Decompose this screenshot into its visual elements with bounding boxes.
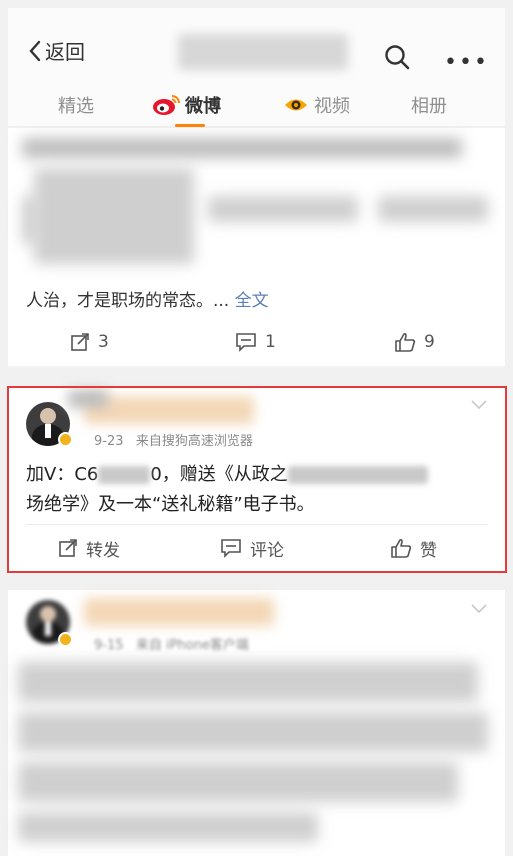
- blurred-text: [18, 762, 458, 802]
- post-source: 来自 iPhone客户端: [135, 638, 249, 653]
- comment-icon: [236, 333, 256, 352]
- blurred-text: [18, 712, 488, 752]
- page-title: [178, 34, 348, 70]
- username[interactable]: [84, 598, 274, 626]
- blurred-text: [34, 168, 194, 264]
- post-meta: 9-15 来自 iPhone客户端: [94, 634, 249, 653]
- post-time: 9-15: [94, 638, 124, 653]
- profile-tabs: 精选 微博 视频 相册: [8, 86, 505, 126]
- tab-label: 视频: [314, 96, 350, 117]
- tab-label: 微博: [185, 96, 221, 117]
- tab-featured[interactable]: 精选: [58, 92, 94, 118]
- chevron-left-icon: [29, 40, 41, 61]
- blurred-text: [208, 196, 358, 222]
- repost-icon: [71, 333, 89, 351]
- tab-video[interactable]: 视频: [284, 92, 350, 118]
- top-nav-bar: 返回 •••: [8, 8, 505, 86]
- verified-badge-icon: [58, 632, 73, 647]
- blurred-text: [378, 196, 488, 222]
- tab-weibo[interactable]: 微博: [152, 92, 221, 118]
- tab-album[interactable]: 相册: [411, 92, 447, 118]
- tab-label: 精选: [58, 96, 94, 117]
- back-button[interactable]: 返回: [28, 36, 85, 65]
- blurred-text: [22, 138, 462, 158]
- post-card-3[interactable]: 9-15 来自 iPhone客户端: [8, 590, 505, 856]
- blurred-text: [18, 662, 478, 702]
- post-card-1[interactable]: 人治，才是职场的常态。... 全文 3 1 9: [8, 128, 505, 366]
- post-partial-text: 人治，才是职场的常态。...: [26, 291, 230, 311]
- weibo-logo-icon: [153, 95, 180, 115]
- chevron-down-icon[interactable]: [471, 604, 487, 614]
- tab-label: 相册: [411, 96, 447, 117]
- repost-count: 3: [98, 332, 109, 352]
- comment-count: 1: [265, 332, 276, 352]
- blurred-text: [22, 196, 38, 244]
- active-tab-indicator: [175, 124, 205, 127]
- search-icon: [385, 45, 410, 70]
- thumbs-up-icon: [395, 332, 416, 352]
- repost-button[interactable]: 3: [70, 332, 109, 352]
- like-count: 9: [424, 332, 435, 352]
- back-label: 返回: [45, 40, 85, 64]
- video-eye-icon: [285, 99, 307, 111]
- more-dots-icon[interactable]: •••: [444, 50, 489, 75]
- highlight-box: [7, 386, 507, 573]
- post-actions: 3 1 9: [8, 320, 505, 364]
- post-text: 人治，才是职场的常态。... 全文: [26, 286, 269, 311]
- full-text-link[interactable]: 全文: [235, 291, 269, 311]
- search-button[interactable]: [384, 44, 410, 74]
- blurred-text: [18, 812, 318, 842]
- like-button[interactable]: 9: [394, 332, 435, 352]
- comment-button[interactable]: 1: [235, 332, 276, 352]
